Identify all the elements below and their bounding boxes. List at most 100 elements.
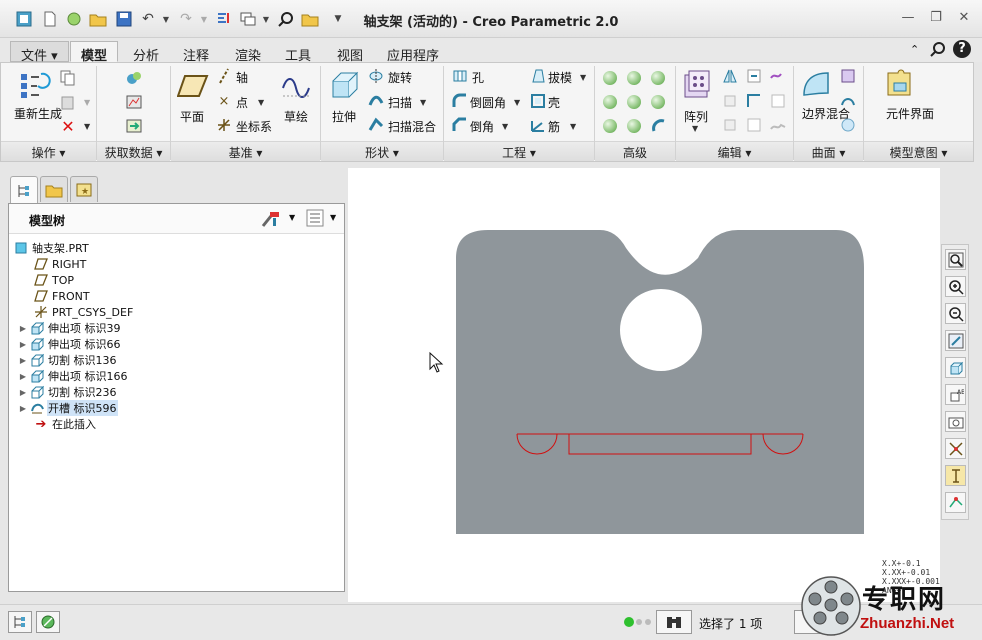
style-icon[interactable]	[840, 93, 856, 109]
chamfer-label[interactable]: 倒角	[470, 118, 494, 135]
sketch-icon[interactable]	[280, 72, 312, 100]
repaint-icon[interactable]	[945, 330, 966, 351]
advanced-feature-icon[interactable]	[627, 71, 641, 85]
group-model-intent[interactable]: 模型意图 ▾	[864, 141, 973, 161]
tab-annotate[interactable]: 注释	[172, 41, 220, 64]
merge-icon[interactable]	[770, 68, 786, 84]
group-operations[interactable]: 操作 ▾	[1, 141, 96, 161]
regenerate-label[interactable]: 重新生成	[14, 108, 62, 121]
point-label[interactable]: 点	[236, 94, 248, 111]
group-datum[interactable]: 基准 ▾	[171, 141, 320, 161]
help-icon[interactable]: ?	[953, 40, 971, 58]
zoom-in-icon[interactable]	[945, 276, 966, 297]
pattern-label[interactable]: 阵列	[684, 108, 708, 125]
tab-tools[interactable]: 工具	[274, 41, 322, 64]
advanced-feature-icon[interactable]	[603, 71, 617, 85]
sketch-label[interactable]: 草绘	[284, 108, 308, 125]
close-button[interactable]: ✕	[954, 10, 974, 28]
group-editing[interactable]: 编辑 ▾	[676, 141, 793, 161]
round-icon[interactable]	[452, 93, 468, 109]
expand-icon[interactable]: ▶	[17, 404, 29, 413]
tab-model-tree[interactable]	[10, 176, 38, 204]
find-button[interactable]	[656, 610, 692, 634]
tree-item-cut-136[interactable]: ▶ 切割 标识136	[17, 352, 118, 368]
group-get-data[interactable]: 获取数据 ▾	[97, 141, 170, 161]
tab-applications[interactable]: 应用程序	[376, 41, 450, 64]
user-defined-feature-icon[interactable]	[126, 94, 142, 110]
tree-item-protrusion-166[interactable]: ▶ 伸出项 标识166	[17, 368, 129, 384]
advanced-feature-icon[interactable]	[603, 119, 617, 133]
annotation-display-icon[interactable]	[945, 465, 966, 486]
csys-icon[interactable]	[216, 117, 232, 133]
pattern-dropdown-icon[interactable]: ▼	[692, 124, 698, 133]
undo-dropdown-icon[interactable]: ▼	[156, 9, 176, 29]
advanced-feature-icon[interactable]	[651, 71, 665, 85]
trim-icon[interactable]	[722, 117, 738, 133]
expand-icon[interactable]: ▶	[17, 356, 29, 365]
regenerate-icon[interactable]	[18, 68, 52, 104]
windows-dropdown-icon[interactable]: ▼	[256, 9, 276, 29]
sweep-dropdown-icon[interactable]: ▼	[420, 98, 426, 107]
tree-item-insert-here[interactable]: ➔ 在此插入	[33, 416, 97, 432]
component-interface-icon[interactable]	[883, 68, 915, 100]
extrude-label[interactable]: 拉伸	[332, 108, 356, 125]
tab-favorites[interactable]: ★	[70, 176, 98, 202]
tree-item-protrusion-39[interactable]: ▶ 伸出项 标识39	[17, 320, 122, 336]
tree-show-dropdown-icon[interactable]: ▼	[330, 213, 336, 222]
group-surfaces[interactable]: 曲面 ▾	[794, 141, 863, 161]
axis-label[interactable]: 轴	[236, 69, 248, 86]
chamfer-dropdown-icon[interactable]: ▼	[502, 122, 508, 131]
advanced-feature-icon[interactable]	[651, 95, 665, 109]
pattern-icon[interactable]	[682, 68, 712, 100]
minimize-ribbon-icon[interactable]: ⌃	[910, 43, 919, 56]
save-icon[interactable]	[114, 9, 134, 29]
rib-label[interactable]: 筋	[548, 118, 560, 135]
tab-folder-browser[interactable]	[40, 176, 68, 202]
part-body[interactable]	[456, 230, 864, 534]
fill-icon[interactable]	[840, 68, 856, 84]
thicken-icon[interactable]	[746, 117, 762, 133]
open-folder-icon[interactable]	[88, 9, 108, 29]
project-icon[interactable]	[722, 93, 738, 109]
intersect-icon[interactable]	[770, 93, 786, 109]
tree-item-cut-236[interactable]: ▶ 切割 标识236	[17, 384, 118, 400]
copy-geometry-icon[interactable]	[126, 70, 142, 86]
expand-icon[interactable]: ▶	[17, 372, 29, 381]
sweep-icon[interactable]	[368, 93, 384, 109]
tree-item-part[interactable]: 轴支架.PRT	[13, 240, 90, 256]
part-view[interactable]	[348, 168, 940, 602]
freestyle-icon[interactable]	[840, 117, 856, 133]
open-session-icon[interactable]	[64, 9, 84, 29]
swept-blend-label[interactable]: 扫描混合	[388, 118, 436, 135]
delete-icon[interactable]: ✕	[60, 117, 76, 136]
undo-icon[interactable]: ↶	[138, 9, 158, 29]
saved-orientations-icon[interactable]: AB	[945, 384, 966, 405]
regenerate-quick-icon[interactable]	[214, 9, 234, 29]
show-navigator-button[interactable]	[8, 611, 32, 633]
advanced-feature-icon[interactable]	[627, 119, 641, 133]
offset-icon[interactable]	[746, 93, 762, 109]
new-file-icon[interactable]	[40, 9, 60, 29]
extend-icon[interactable]	[746, 68, 762, 84]
tab-model[interactable]: 模型	[70, 41, 119, 64]
shell-label[interactable]: 壳	[548, 94, 560, 111]
expand-icon[interactable]: ▶	[17, 324, 29, 333]
tree-item-csys[interactable]: PRT_CSYS_DEF	[33, 304, 134, 320]
tab-render[interactable]: 渲染	[224, 41, 272, 64]
tab-view[interactable]: 视图	[326, 41, 374, 64]
group-shapes[interactable]: 形状 ▾	[321, 141, 443, 161]
boundary-blend-icon[interactable]	[800, 68, 832, 100]
point-icon[interactable]: ×	[216, 93, 232, 109]
draft-dropdown-icon[interactable]: ▼	[580, 73, 586, 82]
csys-label[interactable]: 坐标系	[236, 118, 272, 135]
show-browser-button[interactable]	[36, 611, 60, 633]
plane-icon[interactable]	[176, 72, 210, 100]
draft-label[interactable]: 拔模	[548, 69, 572, 86]
group-advanced[interactable]: 高级	[595, 141, 675, 161]
swept-blend-icon[interactable]	[368, 117, 384, 133]
extrude-icon[interactable]	[328, 70, 360, 102]
point-dropdown-icon[interactable]: ▼	[258, 98, 264, 107]
paste-dropdown-icon[interactable]: ▼	[84, 98, 90, 107]
tree-settings-icon[interactable]	[261, 210, 281, 231]
tree-item-front[interactable]: FRONT	[33, 288, 91, 304]
